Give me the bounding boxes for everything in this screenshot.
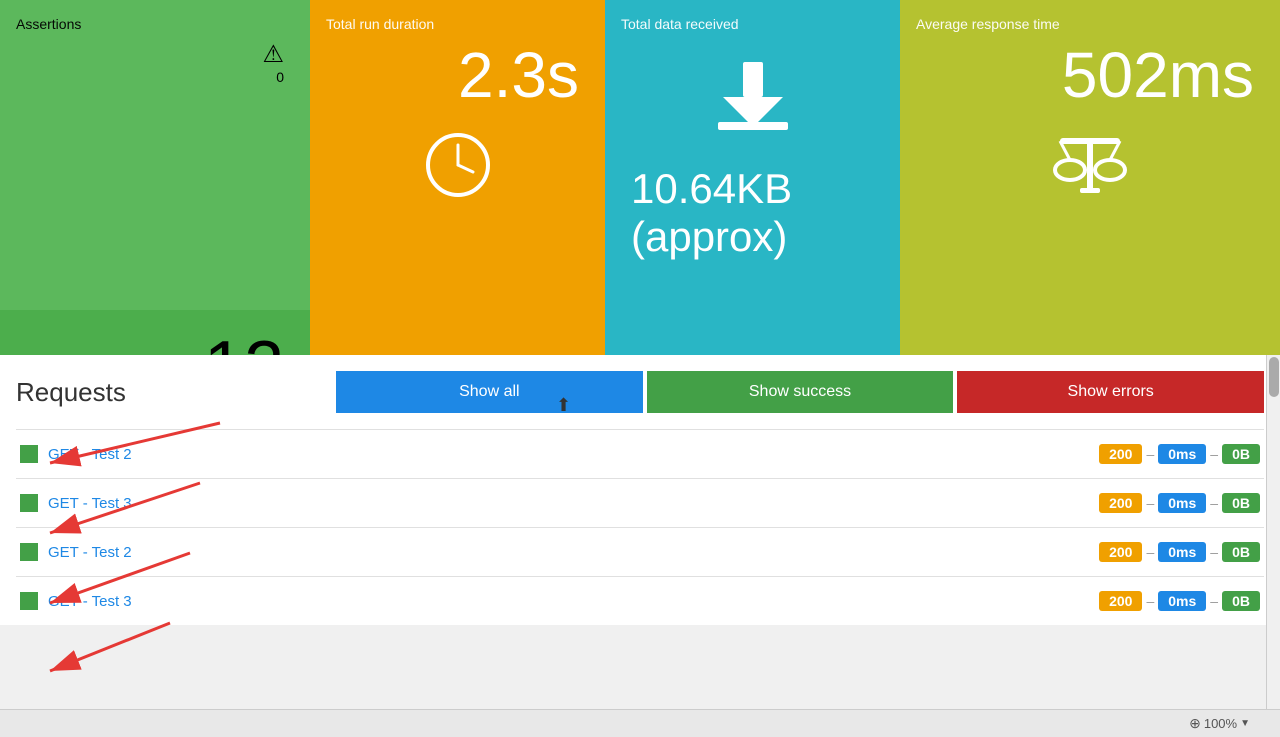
size-badge: 0B [1222, 493, 1260, 513]
status-indicator [20, 445, 38, 463]
clock-icon [326, 130, 589, 200]
time-badge: 0ms [1158, 493, 1206, 513]
separator-2: – [1210, 446, 1218, 462]
data-value-line1: 10.64KB [621, 165, 884, 213]
separator-1: – [1146, 593, 1154, 609]
zoom-icon: ⊕ [1189, 715, 1201, 732]
time-badge: 0ms [1158, 444, 1206, 464]
request-badges: 200 – 0ms – 0B [1099, 444, 1260, 464]
top-tiles: Assertions ⚠ 0 12 ✓ Total run duration 2… [0, 0, 1280, 355]
show-errors-button[interactable]: Show errors [957, 371, 1264, 413]
scrollbar[interactable] [1266, 355, 1280, 709]
response-value: 502ms [916, 40, 1264, 110]
time-badge: 0ms [1158, 542, 1206, 562]
data-tile: Total data received 10.64KB (approx) [605, 0, 900, 355]
scroll-thumb[interactable] [1269, 357, 1279, 397]
requests-header: Requests Show all Show success Show erro… [16, 355, 1264, 429]
data-value-line2: (approx) [621, 213, 884, 261]
assertions-warning-count: 0 [16, 69, 294, 85]
status-badge: 200 [1099, 444, 1142, 464]
separator-2: – [1210, 544, 1218, 560]
requests-title: Requests [16, 377, 316, 408]
duration-value: 2.3s [326, 40, 589, 110]
duration-title: Total run duration [326, 16, 589, 32]
request-badges: 200 – 0ms – 0B [1099, 493, 1260, 513]
request-badges: 200 – 0ms – 0B [1099, 542, 1260, 562]
request-name[interactable]: GET - Test 3 [48, 495, 1099, 512]
request-name[interactable]: GET - Test 3 [48, 593, 1099, 610]
show-success-button[interactable]: Show success [647, 371, 954, 413]
separator-1: – [1146, 544, 1154, 560]
status-indicator [20, 592, 38, 610]
size-badge: 0B [1222, 591, 1260, 611]
table-row[interactable]: GET - Test 3 200 – 0ms – 0B [16, 478, 1264, 527]
filter-buttons: Show all Show success Show errors [336, 371, 1264, 413]
requests-section: Requests Show all Show success Show erro… [0, 355, 1280, 625]
table-row[interactable]: GET - Test 2 200 – 0ms – 0B [16, 527, 1264, 576]
size-badge: 0B [1222, 542, 1260, 562]
request-list: GET - Test 2 200 – 0ms – 0B GET - Test 3… [16, 429, 1264, 625]
data-title: Total data received [621, 16, 884, 32]
separator-1: – [1146, 495, 1154, 511]
assertions-title: Assertions [16, 16, 294, 32]
warning-icon: ⚠ [16, 40, 294, 69]
status-badge: 200 [1099, 493, 1142, 513]
duration-tile: Total run duration 2.3s [310, 0, 605, 355]
scale-icon [916, 130, 1264, 200]
request-name[interactable]: GET - Test 2 [48, 544, 1099, 561]
status-indicator [20, 543, 38, 561]
table-row[interactable]: GET - Test 3 200 – 0ms – 0B [16, 576, 1264, 625]
response-title: Average response time [916, 16, 1264, 32]
size-badge: 0B [1222, 444, 1260, 464]
bottom-bar: ⊕ 100% ▼ [0, 709, 1280, 737]
status-indicator [20, 494, 38, 512]
assertions-tile: Assertions ⚠ 0 12 ✓ [0, 0, 310, 355]
assertions-tile-top: Assertions ⚠ 0 [0, 0, 310, 310]
response-tile: Average response time 502ms [900, 0, 1280, 355]
show-all-button[interactable]: Show all [336, 371, 643, 413]
separator-2: – [1210, 593, 1218, 609]
download-icon [621, 62, 884, 145]
table-row[interactable]: GET - Test 2 200 – 0ms – 0B [16, 429, 1264, 478]
separator-2: – [1210, 495, 1218, 511]
separator-1: – [1146, 446, 1154, 462]
request-name[interactable]: GET - Test 2 [48, 446, 1099, 463]
dropdown-arrow-icon: ▼ [1240, 718, 1250, 729]
status-badge: 200 [1099, 542, 1142, 562]
zoom-level: 100% [1204, 716, 1237, 731]
request-badges: 200 – 0ms – 0B [1099, 591, 1260, 611]
status-badge: 200 [1099, 591, 1142, 611]
time-badge: 0ms [1158, 591, 1206, 611]
